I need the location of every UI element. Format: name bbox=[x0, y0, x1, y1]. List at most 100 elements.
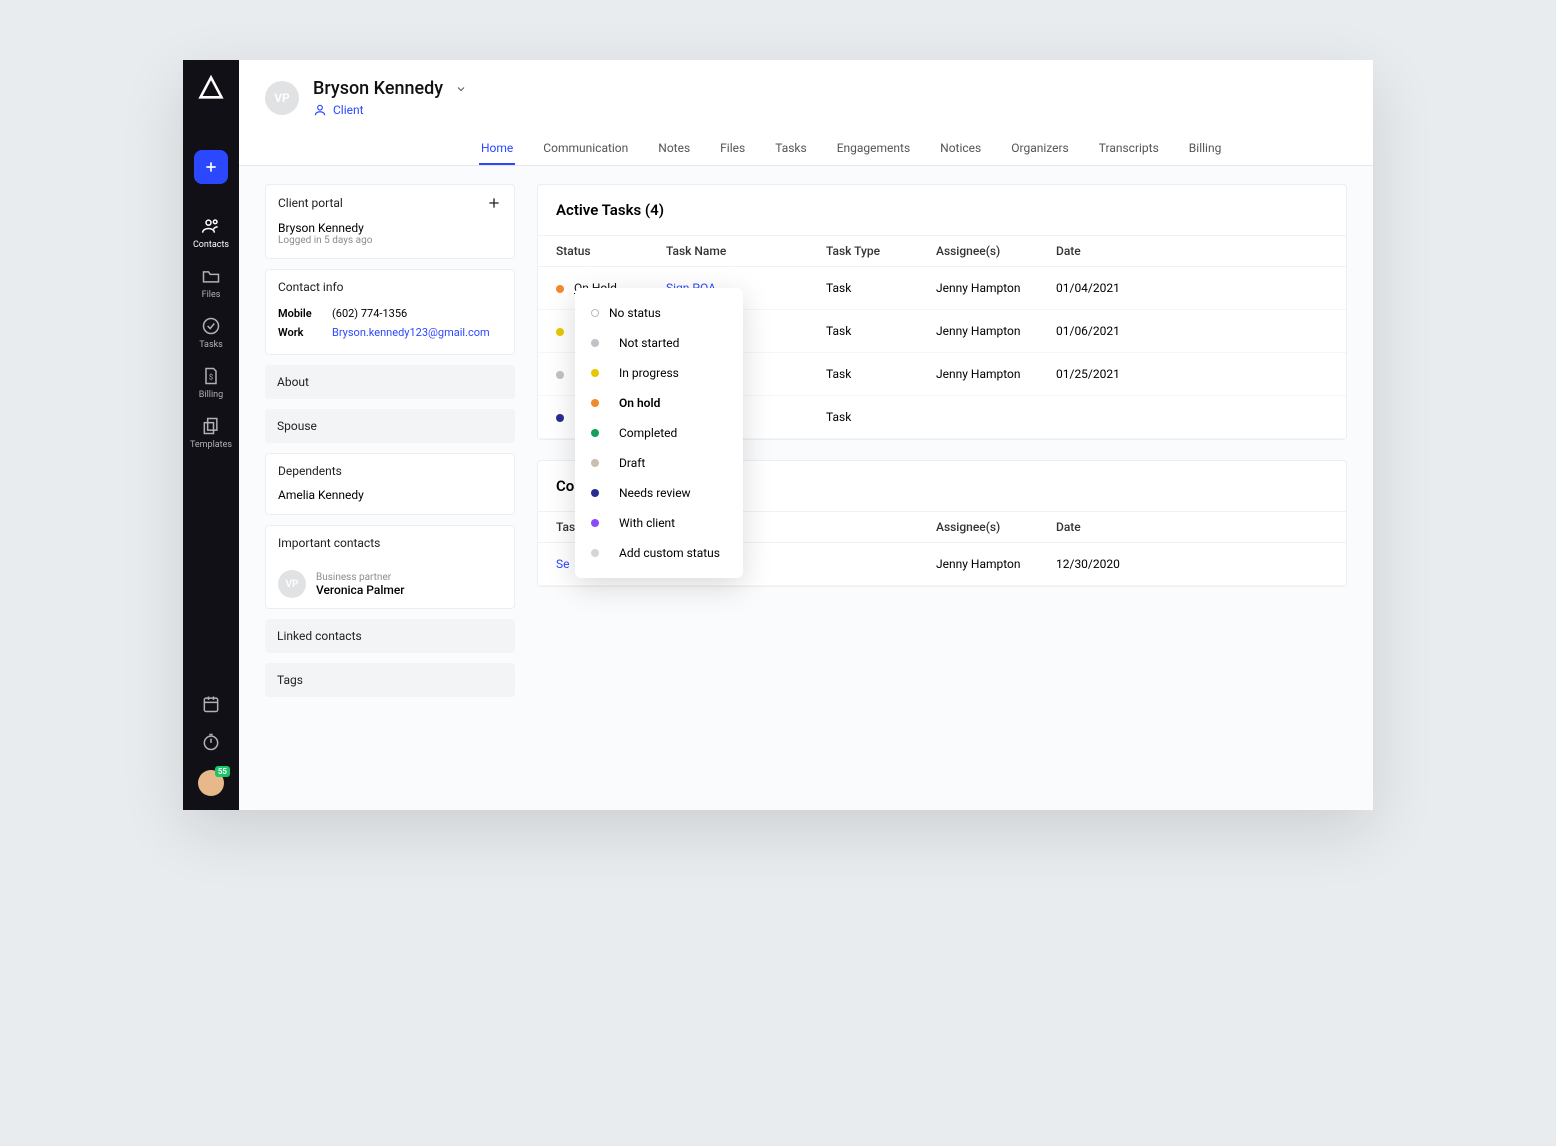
check-circle-icon bbox=[201, 316, 221, 336]
task-assignee: Jenny Hampton bbox=[936, 557, 1056, 571]
status-dot-icon bbox=[591, 309, 599, 317]
status-option-no-status[interactable]: No status bbox=[575, 298, 743, 328]
status-option-not-started[interactable]: Not started bbox=[575, 328, 743, 358]
contact-info-title: Contact info bbox=[278, 280, 343, 294]
tab-billing[interactable]: Billing bbox=[1187, 133, 1224, 165]
tab-communication[interactable]: Communication bbox=[541, 133, 630, 165]
client-portal-panel: Client portal Bryson Kennedy Logged in 5… bbox=[265, 184, 515, 259]
user-avatar[interactable] bbox=[198, 770, 224, 796]
main-area: VP Bryson Kennedy Client Home Communicati… bbox=[239, 60, 1373, 810]
status-option-in-progress[interactable]: In progress bbox=[575, 358, 743, 388]
status-dot-icon bbox=[556, 414, 564, 422]
tab-engagements[interactable]: Engagements bbox=[835, 133, 912, 165]
status-option-add-custom-status[interactable]: Add custom status bbox=[575, 538, 743, 568]
status-option-completed[interactable]: Completed bbox=[575, 418, 743, 448]
nav-item-tasks[interactable]: Tasks bbox=[183, 308, 239, 358]
status-option-label: In progress bbox=[619, 366, 679, 380]
task-date: 12/30/2020 bbox=[1056, 557, 1146, 571]
status-option-label: Add custom status bbox=[619, 546, 720, 560]
contact-value[interactable]: Bryson.kennedy123@gmail.com bbox=[332, 326, 490, 339]
status-option-draft[interactable]: Draft bbox=[575, 448, 743, 478]
status-option-label: Completed bbox=[619, 426, 677, 440]
contact-value: (602) 774-1356 bbox=[332, 307, 407, 320]
contact-avatar: VP bbox=[265, 81, 299, 115]
nav-item-templates[interactable]: Templates bbox=[183, 408, 239, 458]
status-dropdown[interactable]: No status Not started In progress On hold Co… bbox=[575, 288, 743, 578]
add-portal-icon[interactable] bbox=[486, 195, 502, 211]
status-dot-icon bbox=[591, 519, 599, 527]
status-option-label: Draft bbox=[619, 456, 645, 470]
task-type: Task bbox=[826, 281, 936, 295]
status-dot-icon bbox=[591, 399, 599, 407]
spouse-section[interactable]: Spouse bbox=[265, 409, 515, 443]
nav-item-files[interactable]: Files bbox=[183, 258, 239, 308]
nav-label: Billing bbox=[199, 390, 223, 400]
plus-icon bbox=[203, 159, 219, 175]
dollar-file-icon: $ bbox=[201, 366, 221, 386]
status-option-with-client[interactable]: With client bbox=[575, 508, 743, 538]
tab-notices[interactable]: Notices bbox=[938, 133, 983, 165]
contact-label: Work bbox=[278, 326, 322, 339]
col-partial: Date bbox=[1056, 520, 1146, 534]
col-tasktype: Task Type bbox=[826, 244, 936, 258]
col-taskname: Task Name bbox=[666, 244, 826, 258]
contact-info-panel: Contact info Mobile (602) 774-1356 Work Bry… bbox=[265, 269, 515, 355]
nav-item-billing[interactable]: $ Billing bbox=[183, 358, 239, 408]
important-name: Veronica Palmer bbox=[316, 583, 405, 597]
add-button[interactable] bbox=[194, 150, 228, 184]
task-date: 01/06/2021 bbox=[1056, 324, 1146, 338]
nav-item-contacts[interactable]: Contacts bbox=[183, 208, 239, 258]
tags-section[interactable]: Tags bbox=[265, 663, 515, 697]
status-dot-icon bbox=[591, 459, 599, 467]
contact-label: Mobile bbox=[278, 307, 322, 320]
tab-organizers[interactable]: Organizers bbox=[1009, 133, 1071, 165]
nav-label: Contacts bbox=[193, 240, 229, 250]
dependent-name: Amelia Kennedy bbox=[266, 488, 514, 514]
tab-tasks[interactable]: Tasks bbox=[773, 133, 809, 165]
status-dot-icon bbox=[591, 369, 599, 377]
svg-text:$: $ bbox=[209, 372, 213, 381]
app-logo-icon bbox=[197, 74, 225, 102]
important-title: Important contacts bbox=[278, 536, 380, 550]
contact-row: Work Bryson.kennedy123@gmail.com bbox=[278, 323, 502, 342]
person-icon bbox=[313, 103, 327, 117]
page-header: VP Bryson Kennedy Client bbox=[239, 60, 1373, 117]
status-option-label: On hold bbox=[619, 396, 660, 410]
tabs-bar: Home Communication Notes Files Tasks Engageme… bbox=[239, 133, 1373, 166]
right-column: Active Tasks (4) StatusTask NameTask Typ… bbox=[537, 184, 1347, 792]
status-dot-icon bbox=[591, 549, 599, 557]
col-date: Date bbox=[1056, 244, 1146, 258]
status-dot-icon bbox=[556, 285, 564, 293]
about-section[interactable]: About bbox=[265, 365, 515, 399]
tab-transcripts[interactable]: Transcripts bbox=[1097, 133, 1161, 165]
tab-notes[interactable]: Notes bbox=[656, 133, 692, 165]
nav-label: Tasks bbox=[199, 340, 223, 350]
sidebar-nav: Contacts Files Tasks $ Billing Templates bbox=[183, 60, 239, 810]
status-option-label: Needs review bbox=[619, 486, 691, 500]
status-option-on-hold[interactable]: On hold bbox=[575, 388, 743, 418]
status-option-needs-review[interactable]: Needs review bbox=[575, 478, 743, 508]
nav-label: Templates bbox=[190, 440, 232, 450]
status-dot-icon bbox=[591, 339, 599, 347]
important-avatar: VP bbox=[278, 570, 306, 598]
col-partial bbox=[826, 520, 936, 534]
contacts-icon bbox=[201, 216, 221, 236]
tab-files[interactable]: Files bbox=[718, 133, 747, 165]
task-date: 01/04/2021 bbox=[1056, 281, 1146, 295]
portal-login-info: Logged in 5 days ago bbox=[278, 235, 502, 246]
task-type: Task bbox=[826, 324, 936, 338]
timer-icon[interactable] bbox=[201, 732, 221, 752]
nav-label: Files bbox=[202, 290, 221, 300]
page-title: Bryson Kennedy bbox=[313, 78, 443, 99]
task-assignee: Jenny Hampton bbox=[936, 324, 1056, 338]
app-frame: Contacts Files Tasks $ Billing Templates… bbox=[183, 60, 1373, 810]
chevron-down-icon[interactable] bbox=[455, 83, 467, 95]
tab-home[interactable]: Home bbox=[479, 133, 515, 165]
calendar-icon[interactable] bbox=[201, 694, 221, 714]
linked-section[interactable]: Linked contacts bbox=[265, 619, 515, 653]
status-dot-icon bbox=[591, 489, 599, 497]
task-assignee: Jenny Hampton bbox=[936, 367, 1056, 381]
status-option-label: No status bbox=[609, 306, 661, 320]
task-date: 01/25/2021 bbox=[1056, 367, 1146, 381]
important-role: Business partner bbox=[316, 572, 405, 583]
